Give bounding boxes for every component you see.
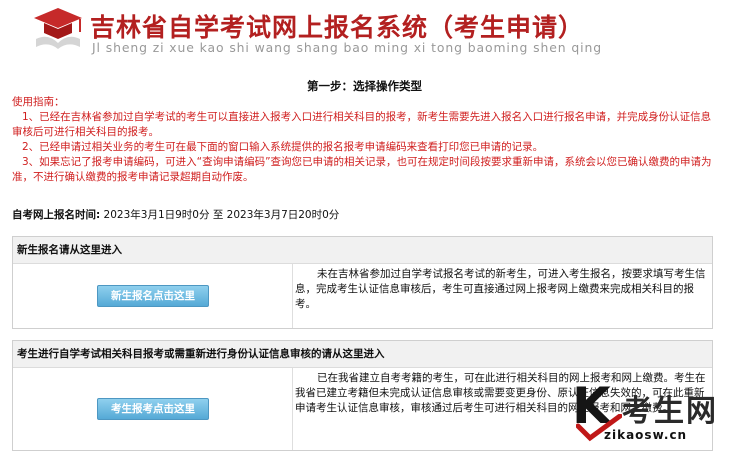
new-student-button-cell: 新生报名点击这里 — [13, 264, 293, 328]
registration-period-label: 自考网上报名时间: — [12, 209, 101, 221]
new-student-description: 未在吉林省参加过自学考试报名考试的新考生，可进入考生报名，按要求填写考生信息，完… — [295, 267, 706, 312]
new-student-panel-heading: 新生报名请从这里进入 — [13, 237, 712, 264]
guide-item: 3、如果忘记了报考申请编码，可进入“查询申请编码”查询您已申请的相关记录，也可在… — [12, 156, 712, 183]
step-title: 第一步：选择操作类型 — [307, 79, 422, 93]
existing-student-panel-heading: 考生进行自学考试相关科目报考或需重新进行身份认证信息审核的请从这里进入 — [13, 341, 712, 368]
new-student-description-text: 未在吉林省参加过自学考试报名考试的新考生，可进入考生报名，按要求填写考生信息，完… — [295, 268, 706, 310]
watermark-brand: 考生网 — [622, 394, 718, 429]
graduation-cap-book-icon — [34, 8, 82, 49]
header-banner: 吉林省自学考试网上报名系统（考生申请） Jl sheng zi xue kao … — [0, 0, 729, 68]
new-student-panel-body: 新生报名点击这里 未在吉林省参加过自学考试报名考试的新考生，可进入考生报名，按要… — [13, 264, 712, 328]
system-title: 吉林省自学考试网上报名系统（考生申请） — [90, 13, 585, 42]
registration-period-value: 2023年3月1日9时0分 至 2023年3月7日20时0分 — [103, 209, 340, 221]
system-title-pinyin: Jl sheng zi xue kao shi wang shang bao m… — [92, 40, 602, 55]
guide-item: 2、已经申请过相关业务的考生可在最下面的窗口输入系统提供的报名报考申请编码来查看… — [22, 141, 544, 153]
existing-student-button-cell: 考生报考点击这里 — [13, 368, 293, 450]
registration-period: 自考网上报名时间: 2023年3月1日9时0分 至 2023年3月7日20时0分 — [12, 207, 339, 222]
site-watermark: K 考生网 zikaosw.cn — [566, 378, 729, 448]
existing-student-apply-button[interactable]: 考生报考点击这里 — [97, 398, 209, 420]
new-student-register-button[interactable]: 新生报名点击这里 — [97, 285, 209, 307]
guide-item: 1、已经在吉林省参加过自学考试的考生可以直接进入报考入口进行相关科目的报考，新考… — [12, 111, 712, 138]
watermark-url: zikaosw.cn — [604, 428, 688, 442]
new-student-panel: 新生报名请从这里进入 新生报名点击这里 未在吉林省参加过自学考试报名考试的新考生… — [12, 236, 713, 329]
guide-label: 使用指南： — [12, 96, 65, 108]
usage-guide: 使用指南： 1、已经在吉林省参加过自学考试的考生可以直接进入报考入口进行相关科目… — [12, 95, 717, 185]
